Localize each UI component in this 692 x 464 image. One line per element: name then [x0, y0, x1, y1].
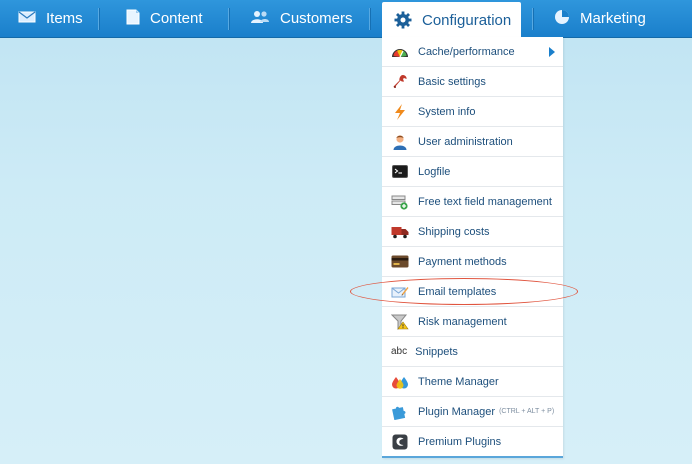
menu-item-label: Risk management — [418, 315, 507, 328]
user-icon — [391, 133, 409, 151]
menu-item-label: System info — [418, 105, 476, 118]
nav-divider — [532, 8, 534, 30]
menu-item-system-info[interactable]: System info — [382, 97, 563, 127]
lightning-icon — [391, 103, 409, 121]
menu-item-label: Free text field management — [418, 195, 552, 208]
nav-marketing[interactable]: Marketing — [554, 0, 646, 37]
menu-item-label: Shipping costs — [418, 225, 490, 238]
menu-item-free-text-field-management[interactable]: Free text field management — [382, 187, 563, 217]
menu-item-label: Payment methods — [418, 255, 507, 268]
menu-item-label: Basic settings — [418, 75, 486, 88]
menu-item-cache-performance[interactable]: Cache/performance — [382, 37, 563, 67]
pie-chart-icon — [554, 9, 570, 29]
menu-item-theme-manager[interactable]: Theme Manager — [382, 367, 563, 397]
menu-item-label: Snippets — [415, 345, 458, 358]
abc-icon-text: abc — [391, 346, 408, 357]
nav-divider — [98, 8, 100, 30]
menu-item-basic-settings[interactable]: Basic settings — [382, 67, 563, 97]
nav-configuration-label: Configuration — [422, 11, 512, 29]
menu-item-plugin-manager[interactable]: Plugin Manager (CTRL + ALT + P) — [382, 397, 563, 427]
terminal-icon — [391, 163, 409, 181]
menu-item-label: Cache/performance — [418, 45, 515, 58]
menu-item-label: Email templates — [418, 285, 497, 298]
menu-item-label: Logfile — [418, 165, 451, 178]
menu-item-logfile[interactable]: Logfile — [382, 157, 563, 187]
gear-icon — [394, 11, 412, 29]
speedometer-icon — [391, 43, 409, 61]
color-drops-icon — [391, 373, 409, 391]
menu-item-payment-methods[interactable]: Payment methods — [382, 247, 563, 277]
wrench-icon — [391, 73, 409, 91]
funnel-warning-icon — [391, 313, 409, 331]
top-navigation-bar: Items Content Customers Marketing — [0, 0, 692, 38]
menu-item-user-administration[interactable]: User administration — [382, 127, 563, 157]
configuration-dropdown-menu: Cache/performance Basic settings System … — [382, 37, 563, 458]
nav-items[interactable]: Items — [18, 0, 83, 37]
keyboard-shortcut-hint: (CTRL + ALT + P) — [499, 408, 555, 415]
field-add-icon — [391, 193, 409, 211]
menu-item-snippets[interactable]: abc Snippets — [382, 337, 563, 367]
nav-marketing-label: Marketing — [580, 10, 646, 27]
nav-content[interactable]: Content — [126, 0, 203, 37]
nav-divider — [228, 8, 230, 30]
nav-configuration[interactable]: Configuration — [382, 2, 521, 38]
menu-item-label: User administration — [418, 135, 513, 148]
menu-item-risk-management[interactable]: Risk management — [382, 307, 563, 337]
menu-item-label: Plugin Manager — [418, 405, 496, 418]
submenu-arrow-icon — [549, 47, 555, 57]
truck-icon — [391, 223, 409, 241]
page-icon — [126, 9, 140, 29]
menu-item-label: Theme Manager — [418, 375, 499, 388]
mail-icon — [18, 10, 36, 28]
shopware-logo-icon — [391, 433, 409, 451]
puzzle-icon — [391, 403, 409, 421]
menu-item-shipping-costs[interactable]: Shipping costs — [382, 217, 563, 247]
menu-item-premium-plugins[interactable]: Premium Plugins — [382, 427, 563, 456]
nav-content-label: Content — [150, 10, 203, 27]
nav-customers-label: Customers — [280, 10, 353, 27]
nav-customers[interactable]: Customers — [250, 0, 353, 37]
nav-items-label: Items — [46, 10, 83, 27]
nav-divider — [369, 8, 371, 30]
menu-item-label: Premium Plugins — [418, 435, 502, 448]
abc-icon: abc — [391, 343, 407, 361]
menu-item-email-templates[interactable]: Email templates — [382, 277, 563, 307]
credit-card-icon — [391, 253, 409, 271]
envelope-pencil-icon — [391, 283, 409, 301]
users-icon — [250, 10, 270, 28]
